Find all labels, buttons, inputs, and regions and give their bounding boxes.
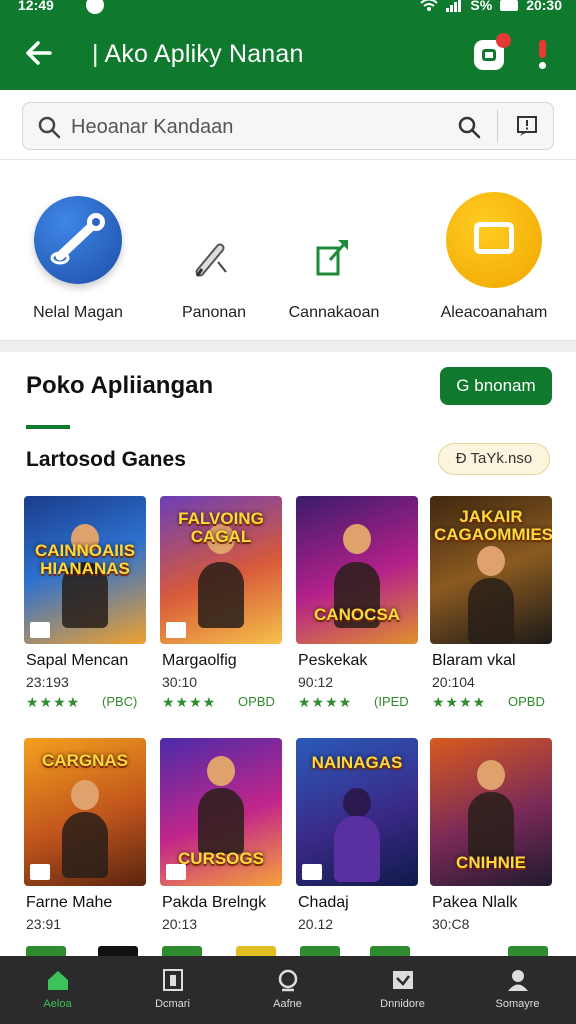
home-icon bbox=[48, 971, 68, 990]
notification-icon bbox=[86, 0, 104, 14]
feedback-icon[interactable] bbox=[515, 114, 539, 138]
game-name: Pakda Brelngk bbox=[162, 894, 267, 911]
category-label: Panonan bbox=[181, 304, 247, 321]
status-right: S% 20:30 bbox=[420, 0, 562, 13]
status-clock: 20:30 bbox=[526, 0, 562, 13]
top-bar: 12:49 S% 20:30 | Ako Apliky Nanan bbox=[0, 0, 576, 90]
game-count: 30:C8 bbox=[432, 916, 470, 932]
notifications-button[interactable] bbox=[474, 33, 511, 70]
game-name: Chadaj bbox=[298, 894, 349, 911]
game-name: Margaolfig bbox=[162, 652, 237, 669]
rating-stars: ★★★★ bbox=[26, 694, 81, 710]
game-thumbnail: CARGNAS bbox=[24, 738, 146, 886]
bottom-navigation: Aeloa Dcmari Aafne Dnnidore Somayre bbox=[0, 956, 576, 1024]
app-screen: 12:49 S% 20:30 | Ako Apliky Nanan Heoana… bbox=[0, 0, 576, 1024]
nav-library[interactable]: Dnnidore bbox=[345, 956, 460, 1024]
game-count: 23:193 bbox=[26, 674, 69, 690]
category-item[interactable]: Cannakaoan bbox=[264, 160, 404, 344]
nav-apps[interactable]: Dcmari bbox=[115, 956, 230, 1024]
category-label: Aleacoanaham bbox=[440, 304, 548, 321]
game-thumbnail: CAINNOAIIS HIANANAS bbox=[24, 496, 146, 644]
game-thumbnail: CANOCSA bbox=[296, 496, 418, 644]
search-area bbox=[0, 90, 576, 160]
game-count: 23:91 bbox=[26, 916, 62, 932]
game-tag: OPBD bbox=[508, 694, 545, 709]
back-arrow-icon[interactable] bbox=[22, 36, 56, 70]
profile-icon bbox=[508, 970, 528, 991]
status-bar: 12:49 S% 20:30 bbox=[0, 0, 576, 16]
category-item[interactable]: Panonan bbox=[144, 160, 284, 344]
filter-pill[interactable]: Ð TaYk.nso bbox=[438, 443, 550, 475]
nav-label: Aeloa bbox=[43, 998, 72, 1010]
alert-icon[interactable] bbox=[536, 38, 550, 72]
wrench-bubble-icon bbox=[34, 196, 122, 284]
rating-stars: ★★★★ bbox=[298, 694, 353, 710]
chat-icon bbox=[482, 49, 496, 61]
game-thumbnail: CNIHNIE bbox=[430, 738, 552, 886]
section-title: Poko Apliiangan bbox=[26, 372, 214, 399]
publisher-logo-icon bbox=[30, 864, 50, 880]
game-count: 90:12 bbox=[298, 674, 334, 690]
search-divider bbox=[497, 109, 498, 143]
battery-icon bbox=[500, 0, 519, 11]
game-count: 20.12 bbox=[298, 916, 334, 932]
nav-label: Aafne bbox=[273, 998, 302, 1010]
game-name: Sapal Mencan bbox=[26, 652, 129, 669]
search-icon bbox=[38, 116, 61, 139]
category-item[interactable]: Aleacoanaham bbox=[424, 160, 564, 344]
rating-stars: ★★★★ bbox=[432, 694, 487, 710]
nav-profile[interactable]: Somayre bbox=[460, 956, 575, 1024]
section-action-button[interactable]: G bnonam bbox=[440, 367, 552, 405]
search-icon bbox=[278, 969, 298, 992]
game-count: 30:10 bbox=[162, 674, 198, 690]
chat-bubble-icon bbox=[446, 192, 542, 288]
publisher-logo-icon bbox=[166, 864, 186, 880]
nav-search[interactable]: Aafne bbox=[230, 956, 345, 1024]
rating-stars: ★★★★ bbox=[162, 694, 217, 710]
game-thumbnail: FALVOING CAGAL bbox=[160, 496, 282, 644]
nav-label: Dcmari bbox=[155, 998, 190, 1010]
category-item[interactable]: Nelal Magan bbox=[8, 160, 148, 344]
wifi-icon bbox=[420, 0, 439, 11]
notification-badge bbox=[496, 33, 511, 48]
game-count: 20:13 bbox=[162, 916, 198, 932]
publisher-logo-icon bbox=[30, 622, 50, 638]
game-thumbnail: JAKAIR CAGAOMMIES bbox=[430, 496, 552, 644]
share-doc-icon bbox=[316, 240, 348, 276]
publisher-logo-icon bbox=[166, 622, 186, 638]
search-input[interactable] bbox=[71, 111, 451, 143]
nav-label: Somayre bbox=[495, 998, 540, 1010]
status-time: 12:49 bbox=[18, 0, 54, 13]
section-divider bbox=[0, 340, 576, 352]
category-label: Nelal Magan bbox=[33, 304, 123, 321]
publisher-logo-icon bbox=[302, 864, 322, 880]
category-label: Cannakaoan bbox=[288, 304, 380, 321]
image-icon bbox=[393, 971, 413, 989]
signal-icon bbox=[446, 0, 462, 12]
nav-label: Dnnidore bbox=[380, 998, 425, 1010]
category-row: Nelal Magan Panonan Cannakaoan Aleacoana… bbox=[0, 160, 576, 344]
nav-home[interactable]: Aeloa bbox=[0, 956, 115, 1024]
page-title: | Ako Apliky Nanan bbox=[92, 40, 304, 68]
game-tag: OPBD bbox=[238, 694, 275, 709]
game-name: Blaram vkal bbox=[432, 652, 516, 669]
game-name: Peskekak bbox=[298, 652, 368, 669]
search-bar bbox=[22, 102, 554, 150]
game-thumbnail: NAINAGAS bbox=[296, 738, 418, 886]
game-tag: (IPED bbox=[374, 694, 409, 709]
game-tag: (PBC) bbox=[102, 694, 138, 709]
apps-icon bbox=[163, 969, 183, 991]
app-bar: | Ako Apliky Nanan bbox=[0, 22, 576, 86]
game-name: Pakea Nlalk bbox=[432, 894, 518, 911]
game-thumbnail: CURSOGS bbox=[160, 738, 282, 886]
subsection-title: Lartosod Ganes bbox=[26, 448, 186, 471]
game-count: 20:104 bbox=[432, 674, 475, 690]
pen-icon bbox=[195, 243, 227, 277]
section-underline bbox=[26, 425, 70, 429]
search-submit-icon[interactable] bbox=[457, 115, 481, 139]
game-name: Farne Mahe bbox=[26, 894, 113, 911]
battery-percent: S% bbox=[470, 0, 493, 13]
